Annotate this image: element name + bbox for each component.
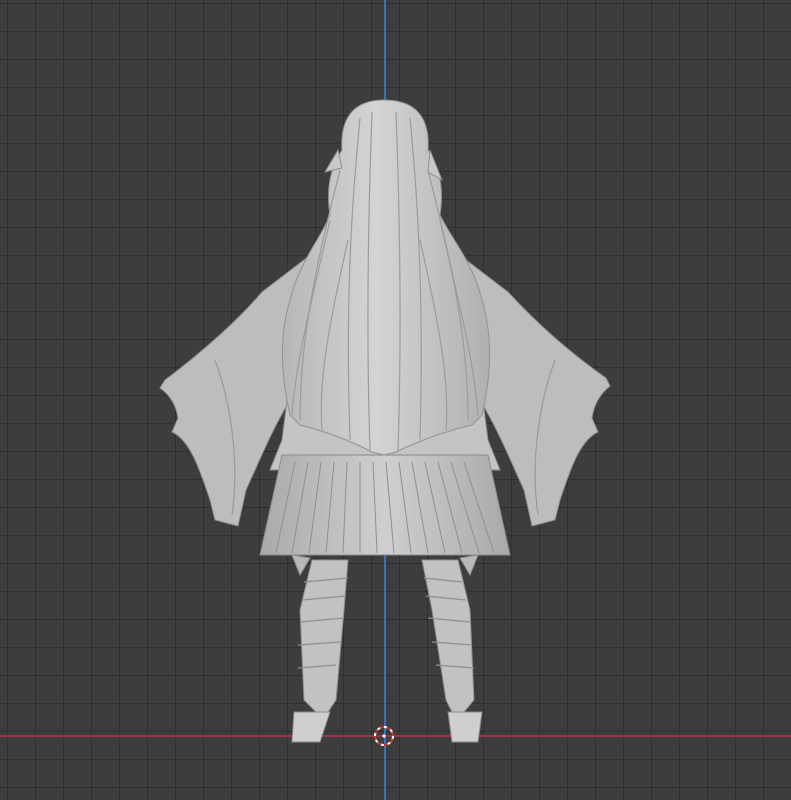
- hair: [281, 99, 491, 456]
- 3d-cursor-icon[interactable]: [372, 724, 396, 748]
- character-mesh[interactable]: [0, 0, 791, 800]
- left-leg: [291, 559, 349, 743]
- 3d-viewport[interactable]: [0, 0, 791, 800]
- skirt: [259, 454, 511, 556]
- right-leg: [421, 559, 483, 743]
